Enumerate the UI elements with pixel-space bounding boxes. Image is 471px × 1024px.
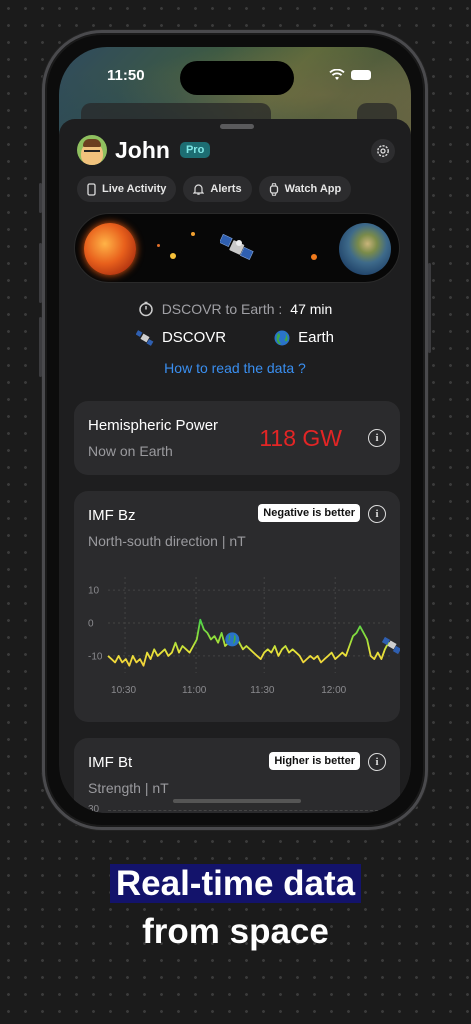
wifi-icon	[329, 69, 345, 80]
card-subtitle: Strength | nT	[88, 780, 169, 796]
info-icon[interactable]: i	[368, 753, 386, 771]
y-tick-label: -10	[88, 651, 103, 662]
card-title: IMF Bt	[88, 754, 133, 771]
imf-bz-chart: 10 0 -10 10:30 11:00 11:30 12:00	[88, 577, 400, 696]
sun-earth-visual	[74, 213, 400, 283]
solar-wind-particle	[157, 244, 160, 247]
satellite-label-item: DSCOVR	[135, 329, 227, 346]
bell-icon	[193, 184, 205, 195]
endpoints-row: DSCOVR Earth	[59, 329, 411, 346]
gridline	[108, 810, 378, 811]
info-icon[interactable]: i	[368, 505, 386, 523]
watch-app-chip[interactable]: Watch App	[258, 176, 352, 202]
transit-row: DSCOVR to Earth : 47 min	[59, 301, 411, 317]
watch-icon	[269, 182, 278, 196]
hemispheric-power-card[interactable]: Hemispheric Power Now on Earth 118 GW i	[74, 401, 400, 475]
x-tick-label: 11:00	[182, 685, 207, 696]
phone-screen: 11:50 John Pro Live Activity Alerts Watc…	[59, 47, 411, 813]
imf-bz-card[interactable]: IMF Bz North-south direction | nT Negati…	[74, 491, 400, 722]
satellite-icon	[220, 234, 254, 261]
dynamic-island	[180, 61, 294, 95]
pro-badge: Pro	[179, 142, 211, 158]
power-value: 118 GW	[259, 425, 342, 451]
transit-label: DSCOVR to Earth :	[161, 301, 283, 317]
sheet-grabber[interactable]	[220, 124, 254, 129]
solar-wind-particle	[191, 232, 195, 236]
chip-label: Watch App	[284, 183, 342, 195]
card-subtitle: Now on Earth	[88, 443, 173, 459]
profile-header[interactable]: John Pro	[77, 135, 211, 165]
y-tick-label: 0	[88, 619, 94, 630]
satellite-icon	[135, 329, 154, 346]
transit-value: 47 min	[290, 301, 333, 317]
chip-label: Live Activity	[102, 183, 167, 195]
x-tick-label: 12:00	[321, 685, 346, 696]
how-to-read-link[interactable]: How to read the data ?	[59, 360, 411, 376]
x-tick-label: 10:30	[111, 685, 136, 696]
x-tick-label: 11:30	[250, 685, 275, 696]
action-button	[39, 183, 42, 213]
card-subtitle: North-south direction | nT	[88, 533, 246, 549]
caption-highlight: Real-time data	[109, 864, 362, 903]
avatar[interactable]	[77, 135, 107, 165]
live-activity-chip[interactable]: Live Activity	[77, 176, 177, 202]
info-icon[interactable]: i	[368, 429, 386, 447]
planet-name: Earth	[298, 329, 335, 346]
username: John	[115, 136, 170, 163]
earth-globe-icon	[274, 330, 290, 345]
status-icons	[329, 69, 371, 81]
phone-frame: 11:50 John Pro Live Activity Alerts Watc…	[39, 30, 431, 830]
caption-line-2: from space	[142, 912, 329, 951]
feature-chips: Live Activity Alerts Watch App	[77, 176, 352, 202]
card-title: Hemispheric Power	[88, 417, 219, 434]
status-bar: 11:50	[59, 61, 411, 95]
phone-icon	[87, 182, 96, 196]
y-axis-tick: 30	[88, 804, 100, 813]
volume-up-button	[39, 243, 42, 303]
transit-info: DSCOVR to Earth : 47 min DSCOVR Earth Ho…	[59, 301, 411, 376]
y-tick-label: 10	[88, 586, 100, 597]
card-title: IMF Bz	[88, 507, 136, 524]
status-time: 11:50	[107, 67, 145, 84]
settings-button[interactable]	[371, 139, 395, 163]
sun-icon	[84, 223, 136, 275]
home-indicator[interactable]	[173, 799, 301, 803]
caption-line-1: Real-time data	[0, 864, 471, 904]
power-button	[428, 263, 431, 353]
volume-down-button	[39, 317, 42, 377]
battery-icon	[351, 70, 371, 80]
satellite-name: DSCOVR	[161, 329, 227, 346]
alerts-chip[interactable]: Alerts	[183, 176, 252, 202]
gear-icon	[377, 145, 389, 157]
bottom-sheet: John Pro Live Activity Alerts Watch App …	[59, 119, 411, 813]
solar-wind-particle	[170, 253, 176, 259]
solar-wind-particle	[311, 254, 317, 260]
earth-icon	[339, 223, 391, 275]
planet-label-item: Earth	[274, 329, 334, 346]
bz-series-line	[107, 618, 393, 667]
chip-label: Alerts	[210, 183, 242, 195]
earth-marker-icon	[225, 632, 240, 647]
better-tag: Higher is better	[269, 752, 360, 770]
better-tag: Negative is better	[258, 504, 360, 522]
timer-icon	[138, 301, 153, 317]
